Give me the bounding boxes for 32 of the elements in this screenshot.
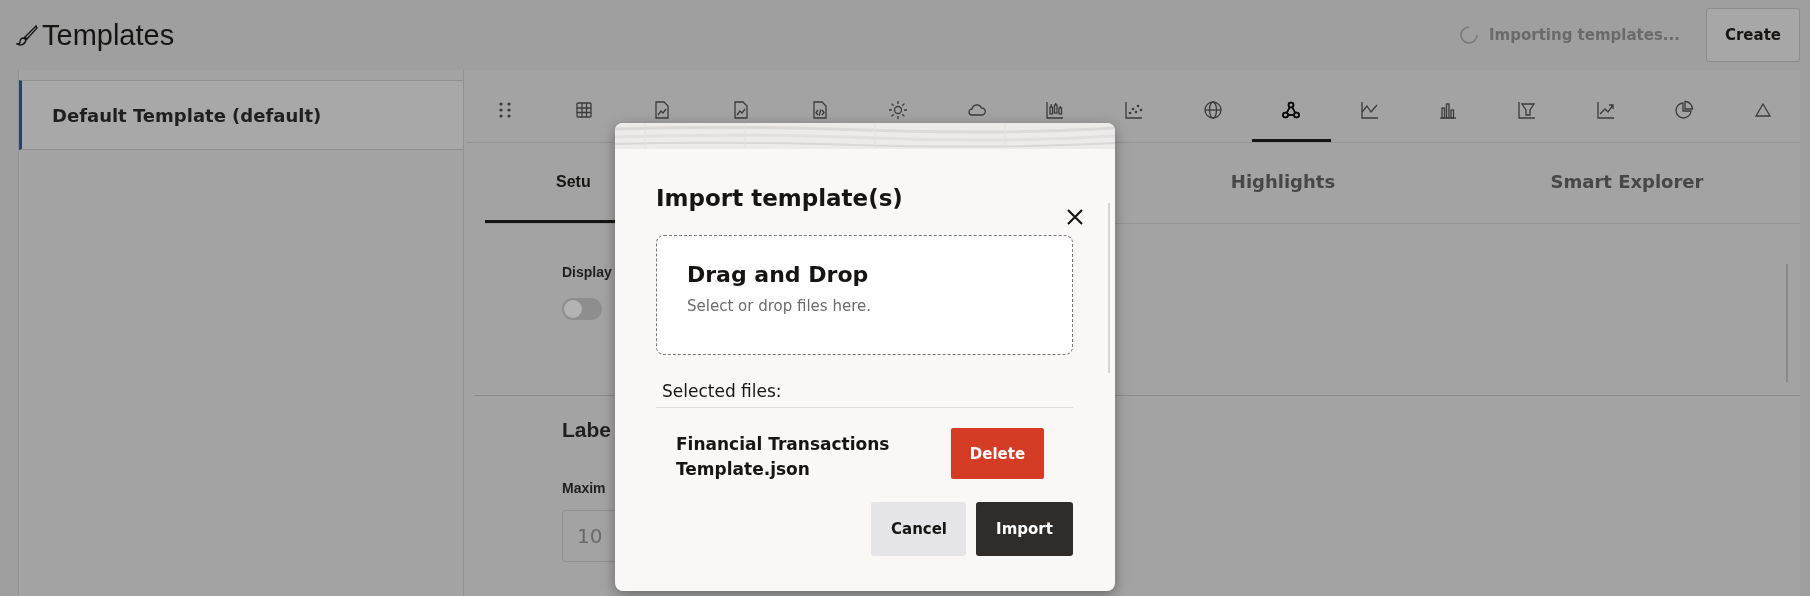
drop-zone-hint: Select or drop files here. (687, 297, 872, 315)
tab[interactable]: Smart Explorer (1455, 143, 1799, 223)
sidebar-item[interactable]: Default Template (default) (19, 80, 463, 150)
section-heading: Labe (562, 418, 611, 442)
field-label: Maxim (562, 480, 606, 496)
selected-files-label: Selected files: (656, 381, 1073, 408)
pie-chart-icon (1674, 99, 1695, 120)
close-icon (1065, 207, 1085, 227)
toggle-switch[interactable] (562, 298, 602, 320)
delete-button[interactable]: Delete (951, 428, 1044, 479)
brush-icon (16, 24, 38, 46)
sun-icon (888, 99, 909, 120)
drop-zone[interactable]: Drag and Drop Select or drop files here. (656, 235, 1073, 355)
table-icon (573, 99, 594, 120)
create-button[interactable]: Create (1705, 8, 1800, 62)
trend-chart-icon (1595, 99, 1616, 120)
funnel-chart-icon (1517, 99, 1537, 120)
import-button[interactable]: Import (976, 502, 1073, 556)
cancel-button[interactable]: Cancel (871, 502, 966, 556)
field-label: Display (562, 264, 612, 280)
drop-zone-heading: Drag and Drop (687, 262, 870, 287)
dialog-title: Import template(s) (656, 185, 904, 211)
tab[interactable]: Highlights (1111, 143, 1455, 223)
spinner-icon (1459, 25, 1479, 45)
candlestick-chart-icon (1045, 99, 1066, 120)
page-title: Templates (42, 18, 175, 52)
network-icon (1281, 99, 1302, 120)
line-chart-icon (1359, 99, 1380, 120)
file-name: Financial Transactions Template.json (676, 433, 891, 481)
globe-icon (1202, 99, 1223, 120)
close-button[interactable] (1065, 207, 1085, 227)
scatter-chart-icon (1124, 99, 1145, 120)
